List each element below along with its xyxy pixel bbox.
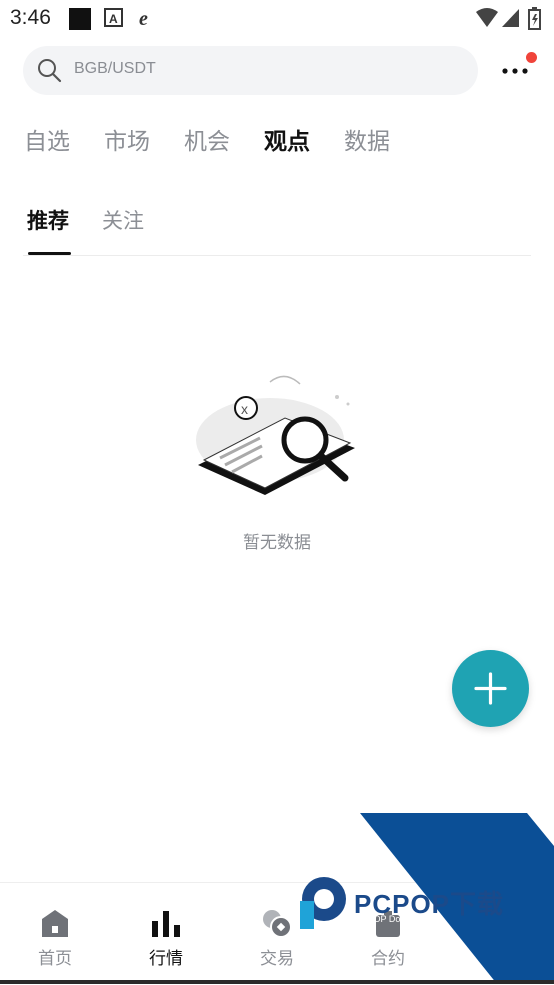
svg-text:A: A bbox=[109, 12, 118, 26]
watermark-logo bbox=[300, 877, 346, 929]
browser-e-icon: e bbox=[137, 7, 159, 33]
exchange-icon bbox=[263, 910, 292, 938]
tab-market[interactable]: 市场 bbox=[104, 122, 150, 156]
subtab-recommended[interactable]: 推荐 bbox=[27, 205, 69, 235]
status-time: 3:46 bbox=[10, 6, 51, 29]
tab-insights[interactable]: 观点 bbox=[264, 122, 310, 156]
nav-item-home[interactable]: 首页 bbox=[0, 883, 110, 983]
notification-square-icon bbox=[68, 7, 92, 35]
nav-label-trade: 交易 bbox=[260, 949, 294, 969]
subtab-following[interactable]: 关注 bbox=[102, 205, 144, 235]
tab-watchlist[interactable]: 自选 bbox=[24, 122, 70, 156]
search-input[interactable]: BGB/USDT bbox=[23, 46, 478, 95]
search-icon bbox=[37, 58, 63, 88]
nav-label-home: 首页 bbox=[38, 949, 72, 969]
nav-label-contract: 合约 bbox=[371, 949, 405, 969]
signal-icon bbox=[501, 7, 521, 33]
divider bbox=[23, 255, 531, 256]
empty-state-text: 暂无数据 bbox=[243, 533, 311, 553]
svg-text:e: e bbox=[139, 8, 148, 29]
wifi-icon bbox=[475, 7, 499, 33]
tab-data[interactable]: 数据 bbox=[344, 122, 390, 156]
empty-state-illustration: x bbox=[196, 375, 355, 495]
notification-dot bbox=[526, 52, 537, 63]
tab-opportunities[interactable]: 机会 bbox=[184, 122, 230, 156]
nav-item-market[interactable]: 行情 bbox=[111, 883, 221, 983]
nav-label-market: 行情 bbox=[149, 949, 183, 969]
home-icon bbox=[42, 910, 68, 937]
watermark-subtitle: PCPOP Download bbox=[355, 914, 429, 924]
status-bar: 3:46 A e bbox=[0, 0, 554, 36]
svg-text:x: x bbox=[241, 401, 248, 417]
search-placeholder: BGB/USDT bbox=[74, 60, 156, 77]
bar-chart-icon bbox=[152, 911, 180, 937]
plus-icon bbox=[474, 672, 507, 705]
battery-icon bbox=[528, 7, 542, 35]
add-post-button[interactable] bbox=[452, 650, 529, 727]
app-a-icon: A bbox=[104, 7, 124, 33]
screen-bottom-edge bbox=[0, 980, 554, 984]
